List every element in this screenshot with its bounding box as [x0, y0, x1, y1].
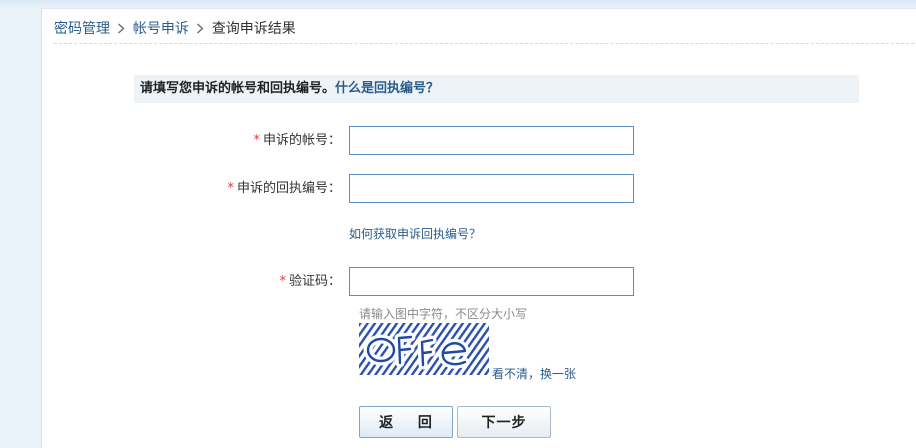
receipt-label-text: 申诉的回执编号：	[236, 181, 341, 196]
captcha-label: * 验证码：	[279, 267, 341, 297]
captcha-hint: 请输入图中字符，不区分大小写	[359, 307, 528, 321]
page-top-gradient	[0, 0, 916, 8]
notice-bar: 请填写您申诉的帐号和回执编号。什么是回执编号？	[134, 75, 859, 103]
chevron-right-icon	[114, 19, 128, 39]
receipt-label: * 申诉的回执编号：	[227, 174, 341, 204]
account-input[interactable]	[349, 126, 634, 155]
receipt-number-input[interactable]	[349, 174, 634, 203]
content-panel: 密码管理 帐号申诉 查询申诉结果 请填写您申诉的帐号和回执编号。什么是回执编号？…	[41, 8, 916, 448]
account-label: * 申诉的帐号：	[253, 126, 341, 156]
breadcrumb: 密码管理 帐号申诉 查询申诉结果	[54, 19, 296, 39]
captcha-refresh-link[interactable]: 看不清，换一张	[492, 365, 576, 382]
required-mark: *	[279, 274, 286, 289]
breadcrumb-query-appeal-result: 查询申诉结果	[211, 21, 296, 37]
how-to-get-receipt-link[interactable]: 如何获取申诉回执编号？	[349, 225, 481, 242]
breadcrumb-account-appeal[interactable]: 帐号申诉	[133, 21, 189, 37]
captcha-image[interactable]	[359, 323, 489, 375]
required-mark: *	[253, 133, 260, 148]
required-mark: *	[227, 181, 234, 196]
back-button[interactable]: 返 回	[359, 406, 453, 438]
next-step-button[interactable]: 下一步	[457, 406, 551, 438]
captcha-input[interactable]	[349, 267, 634, 296]
breadcrumb-password-management[interactable]: 密码管理	[54, 21, 110, 37]
notice-text: 请填写您申诉的帐号和回执编号。	[140, 81, 336, 96]
captcha-label-text: 验证码：	[288, 274, 341, 289]
account-label-text: 申诉的帐号：	[262, 133, 341, 148]
what-is-receipt-link[interactable]: 什么是回执编号？	[335, 81, 439, 96]
breadcrumb-divider	[54, 43, 914, 44]
chevron-right-icon	[193, 19, 207, 39]
